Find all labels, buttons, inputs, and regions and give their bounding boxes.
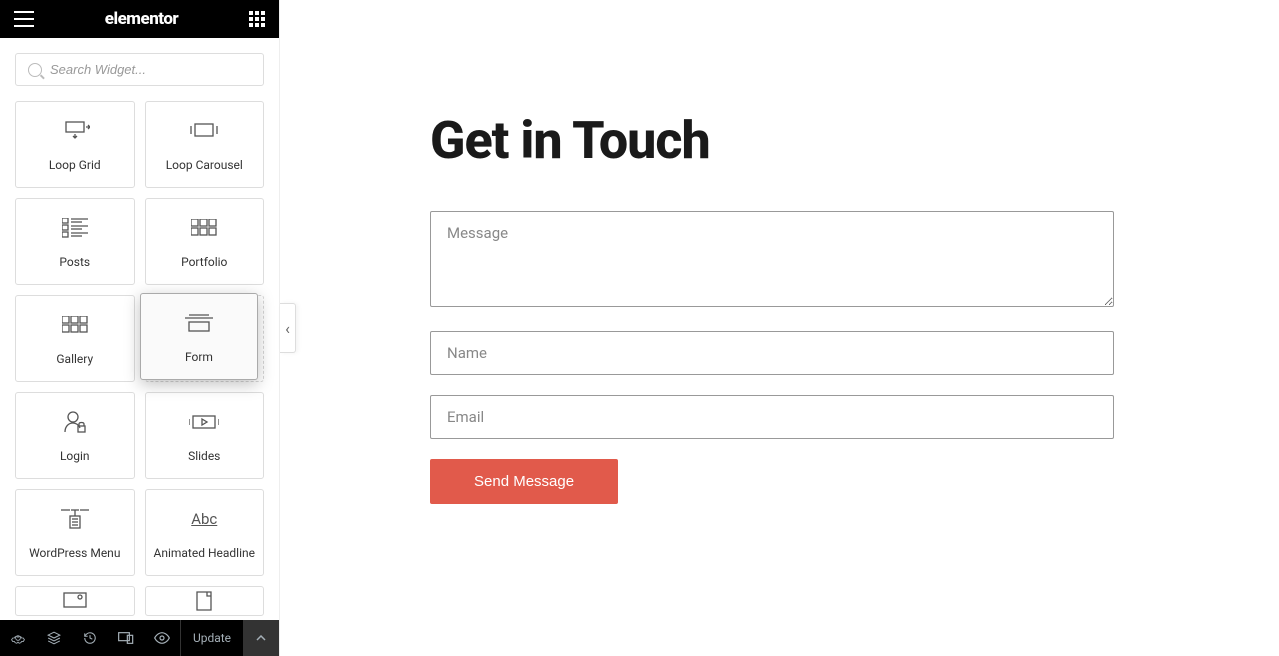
- widget-animated-headline[interactable]: Abc Animated Headline: [145, 489, 265, 576]
- widget-label: Loop Grid: [49, 158, 101, 172]
- settings-button[interactable]: [0, 620, 36, 656]
- responsive-button[interactable]: [108, 620, 144, 656]
- generic-icon: [62, 588, 88, 614]
- preview-button[interactable]: [144, 620, 180, 656]
- generic-icon: [193, 588, 215, 614]
- apps-grid-icon[interactable]: [249, 11, 265, 27]
- widget-loop-grid[interactable]: Loop Grid: [15, 101, 135, 188]
- loop-carousel-icon: [187, 118, 221, 144]
- search-box[interactable]: [15, 53, 264, 86]
- gallery-icon: [62, 312, 88, 338]
- message-field[interactable]: [430, 211, 1114, 307]
- widget-slides[interactable]: Slides: [145, 392, 265, 479]
- wordpress-menu-icon: [61, 506, 89, 532]
- hamburger-menu-icon[interactable]: [14, 11, 34, 27]
- elementor-sidebar: elementor Loop Gr: [0, 0, 280, 656]
- portfolio-icon: [191, 215, 217, 241]
- widget-label: Gallery: [56, 352, 93, 366]
- widget-label: Portfolio: [181, 255, 227, 269]
- widget-partial[interactable]: [15, 586, 135, 616]
- animated-headline-icon: Abc: [191, 506, 217, 532]
- form-section: Get in Touch Send Message: [280, 0, 1110, 504]
- widget-login[interactable]: Login: [15, 392, 135, 479]
- widget-gallery[interactable]: Gallery: [15, 295, 135, 382]
- form-heading: Get in Touch: [430, 110, 1110, 171]
- collapse-sidebar-handle[interactable]: [280, 303, 296, 353]
- publish-options-button[interactable]: [243, 620, 279, 656]
- search-icon: [28, 63, 42, 77]
- widget-label: Animated Headline: [153, 546, 255, 560]
- navigator-button[interactable]: [36, 620, 72, 656]
- update-button[interactable]: Update: [180, 620, 243, 656]
- brand-logo: elementor: [105, 9, 178, 29]
- widget-form-dragging[interactable]: Form: [140, 293, 258, 380]
- widget-label: Login: [60, 449, 90, 463]
- search-input[interactable]: [50, 62, 251, 77]
- widget-label: Form: [185, 350, 213, 364]
- slides-icon: [189, 409, 219, 435]
- widget-label: WordPress Menu: [29, 546, 120, 560]
- posts-icon: [62, 215, 88, 241]
- widget-posts[interactable]: Posts: [15, 198, 135, 285]
- loop-grid-icon: [60, 118, 90, 144]
- widget-label: Slides: [188, 449, 220, 463]
- sidebar-header: elementor: [0, 0, 279, 38]
- widget-portfolio[interactable]: Portfolio: [145, 198, 265, 285]
- widget-label: Posts: [59, 255, 90, 269]
- widget-loop-carousel[interactable]: Loop Carousel: [145, 101, 265, 188]
- editor-canvas: Get in Touch Send Message: [280, 0, 1279, 656]
- login-icon: [63, 409, 87, 435]
- widget-wordpress-menu[interactable]: WordPress Menu: [15, 489, 135, 576]
- form-icon: [185, 310, 213, 336]
- widget-label: Loop Carousel: [166, 158, 243, 172]
- widget-partial-2[interactable]: [145, 586, 265, 616]
- submit-button[interactable]: Send Message: [430, 459, 618, 504]
- widget-panel: Loop Grid Loop Carousel: [0, 101, 279, 620]
- name-field[interactable]: [430, 331, 1114, 375]
- sidebar-footer: Update: [0, 620, 279, 656]
- email-field[interactable]: [430, 395, 1114, 439]
- search-container: [0, 38, 279, 101]
- history-button[interactable]: [72, 620, 108, 656]
